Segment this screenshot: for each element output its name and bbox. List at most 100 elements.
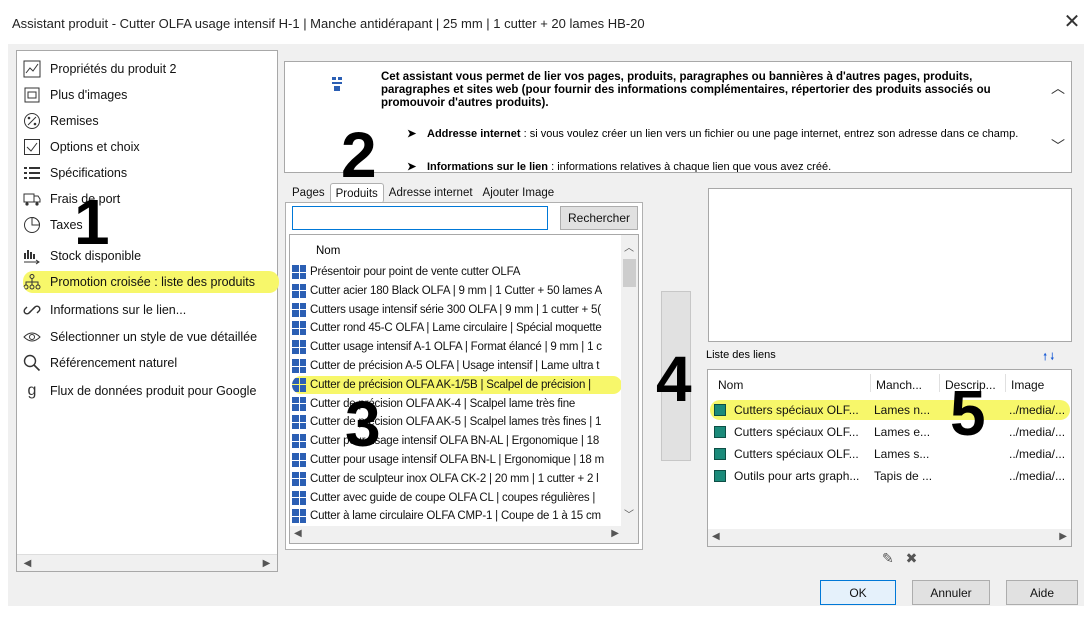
product-grid-icon [292, 453, 306, 467]
sidebar-item-link-info[interactable]: Informations sur le lien... [23, 299, 279, 321]
properties-icon [23, 60, 41, 78]
link-item-icon [714, 404, 726, 416]
product-grid-icon [292, 434, 306, 449]
product-name: Cutter acier 180 Black OLFA | 9 mm | 1 C… [310, 284, 602, 297]
scroll-left-icon[interactable]: ◀ [712, 531, 720, 542]
scroll-up-icon[interactable]: ︿ [1051, 78, 1065, 98]
link-image: ../media/... [1009, 403, 1066, 417]
link-row[interactable]: Cutters spéciaux OLF... Lames e... ../medi… [710, 422, 1070, 442]
product-row[interactable]: Cutter acier 180 Black OLFA | 9 mm | 1 C… [292, 282, 622, 300]
bullet-arrow-icon: ➤ [407, 128, 417, 140]
link-manche: Lames n... [874, 403, 931, 417]
product-grid-icon [292, 396, 306, 411]
link-manche: Lames e... [874, 425, 931, 439]
link-row[interactable]: Cutters spéciaux OLF... Lames n... ../medi… [710, 400, 1070, 420]
scrollbar-thumb[interactable] [623, 259, 636, 287]
bottom-strip [0, 606, 1084, 617]
bullet-arrow-icon: ➤ [407, 161, 417, 173]
product-row[interactable]: Cutter de précision OLFA AK-5 | Scalpel … [292, 413, 622, 431]
images-icon [23, 86, 41, 104]
search-button[interactable]: Rechercher [560, 206, 638, 230]
column-separator [870, 374, 871, 392]
link-item-icon [714, 470, 726, 482]
scroll-right-icon[interactable]: ▶ [1059, 531, 1067, 542]
percent-icon [23, 112, 41, 130]
checkbox-icon [23, 138, 41, 156]
column-separator [1005, 374, 1006, 392]
product-name: Présentoir pour point de vente cutter OL… [310, 266, 521, 278]
product-row[interactable]: Cutter avec guide de coupe OLFA CL | cou… [292, 489, 622, 507]
sidebar-item-options[interactable]: Options et choix [23, 136, 279, 158]
product-name: Cutter rond 45-C OLFA | Lame circulaire … [310, 322, 602, 335]
tab-pages[interactable]: Pages [287, 183, 330, 203]
products-list[interactable]: Nom Présentoir pour point de vente cutte… [289, 234, 639, 544]
product-row[interactable]: Cutter rond 45-C OLFA | Lame circulaire … [292, 319, 622, 337]
scroll-down-icon[interactable]: ﹀ [624, 506, 634, 521]
sidebar-item-shipping[interactable]: Frais de port [23, 188, 279, 210]
eye-icon [23, 328, 41, 346]
link-row[interactable]: Cutters spéciaux OLF... Lames s... ../medi… [710, 444, 1070, 464]
tab-internet-address[interactable]: Adresse internet [384, 183, 478, 203]
tab-add-image[interactable]: Ajouter Image [478, 183, 560, 203]
products-column-name[interactable]: Nom [316, 245, 340, 257]
products-horizontal-scrollbar[interactable]: ◀ ▶ [290, 526, 623, 543]
product-row[interactable]: Cutter de précision OLFA AK-4 | Scalpel … [292, 395, 622, 413]
links-horizontal-scrollbar[interactable]: ◀ ▶ [708, 529, 1071, 546]
product-grid-icon [292, 340, 306, 355]
sidebar-item-stock[interactable]: Stock disponible [23, 245, 279, 267]
product-row[interactable]: Cutter de précision OLFA AK-1/5B | Scalp… [292, 375, 622, 394]
help-icon [332, 77, 342, 91]
sidebar-item-taxes[interactable]: Taxes [23, 214, 279, 236]
link-type-tabs: Pages Produits Adresse internet Ajouter … [287, 183, 559, 203]
link-row[interactable]: Outils pour arts graph... Tapis de ... ../… [710, 466, 1070, 486]
cancel-button[interactable]: Annuler [912, 580, 990, 605]
sidebar-item-specifications[interactable]: Spécifications [23, 162, 279, 184]
links-column-manche[interactable]: Manch... [876, 378, 922, 392]
annotation-2: 2 [341, 119, 377, 191]
ok-button[interactable]: OK [820, 580, 896, 605]
search-input[interactable] [292, 206, 548, 230]
product-name: Cutter avec guide de coupe OLFA CL | cou… [310, 491, 596, 504]
product-row[interactable]: Cutter à lame circulaire OLFA CMP-1 | Co… [292, 507, 622, 525]
product-grid-icon [292, 283, 306, 298]
truck-icon [23, 190, 41, 208]
sidebar-item-seo[interactable]: Référencement naturel [23, 352, 279, 374]
product-row[interactable]: Cutter usage intensif A-1 OLFA | Format … [292, 338, 622, 356]
sidebar: Propriétés du produit 2 Plus d'images Re… [16, 50, 279, 572]
product-row[interactable]: Cutter pour usage intensif OLFA BN-L | E… [292, 451, 622, 469]
scroll-left-icon[interactable]: ◀ [19, 555, 36, 572]
product-row[interactable]: Cutters usage intensif série 300 OLFA | … [292, 301, 622, 319]
scroll-left-icon[interactable]: ◀ [294, 528, 302, 539]
link-name: Outils pour arts graph... [734, 469, 860, 483]
link-image: ../media/... [1009, 447, 1066, 461]
scroll-down-icon[interactable]: ﹀ [1051, 136, 1065, 156]
annotation-4: 4 [656, 343, 692, 415]
sidebar-horizontal-scrollbar[interactable]: ◀ ▶ [17, 554, 277, 571]
help-info-box: Cet assistant vous permet de lier vos pa… [284, 61, 1072, 173]
product-row[interactable]: Présentoir pour point de vente cutter OL… [292, 263, 622, 281]
sidebar-item-cross-promotion[interactable]: Promotion croisée : liste des produits [23, 271, 279, 293]
product-name: Cutter à lame circulaire OLFA CMP-1 | Co… [310, 510, 601, 523]
sidebar-item-detail-style[interactable]: Sélectionner un style de vue détaillée [23, 326, 279, 348]
close-icon[interactable]: ✕ [1062, 10, 1082, 34]
links-list[interactable]: Nom Manch... Descrip... Image Cutters sp… [707, 369, 1072, 547]
links-column-image[interactable]: Image [1011, 378, 1044, 392]
sidebar-item-google-feed[interactable]: g Flux de données produit pour Google [23, 380, 279, 402]
sidebar-item-properties[interactable]: Propriétés du produit 2 [23, 58, 279, 80]
help-button[interactable]: Aide [1006, 580, 1078, 605]
scroll-up-icon[interactable]: ︿ [624, 239, 634, 254]
products-vertical-scrollbar[interactable]: ︿ ﹀ [621, 235, 638, 543]
scroll-right-icon[interactable]: ▶ [258, 555, 275, 572]
sidebar-item-images[interactable]: Plus d'images [23, 84, 279, 106]
move-arrows-icon[interactable]: 🠕 🠗 [1043, 350, 1054, 367]
sidebar-item-discounts[interactable]: Remises [23, 110, 279, 132]
product-row[interactable]: Cutter de précision A-5 OLFA | Usage int… [292, 357, 622, 375]
product-name: Cutter usage intensif A-1 OLFA | Format … [310, 341, 602, 354]
delete-icon[interactable]: ✖ [906, 550, 918, 566]
edit-pencil-icon[interactable]: ✎ [882, 550, 894, 566]
scroll-right-icon[interactable]: ▶ [611, 528, 619, 539]
help-intro: Cet assistant vous permet de lier vos pa… [381, 71, 991, 109]
product-row[interactable]: Cutter de sculpteur inox OLFA CK-2 | 20 … [292, 470, 622, 488]
links-column-name[interactable]: Nom [718, 378, 743, 392]
product-row[interactable]: Cutter pour usage intensif OLFA BN-AL | … [292, 432, 622, 450]
